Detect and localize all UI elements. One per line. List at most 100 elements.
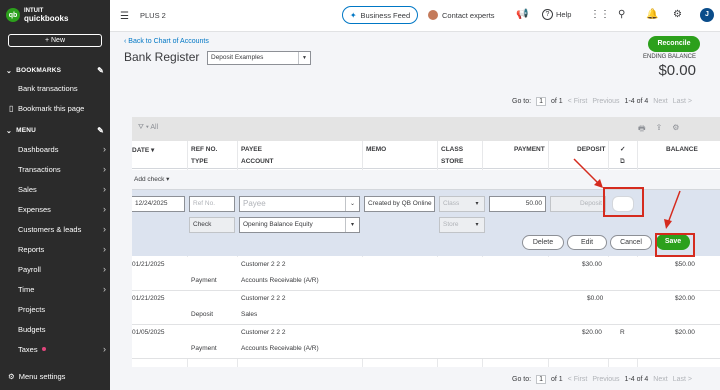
- megaphone-icon[interactable]: 📢: [516, 9, 528, 20]
- chevron-right-icon: ›: [103, 224, 106, 234]
- column-header: DATE ▾ REF NO. TYPE PAYEE ACCOUNT MEMO C…: [132, 141, 720, 169]
- sidebar-item-budgets[interactable]: Budgets: [18, 321, 106, 337]
- sidebar-item-projects[interactable]: Projects: [18, 301, 106, 317]
- chevron-right-icon: ›: [103, 144, 106, 154]
- filter-button[interactable]: ⛛ ▾ All: [138, 124, 158, 132]
- expert-avatar: [428, 10, 438, 20]
- menu-header[interactable]: ⌄ MENU ✎: [6, 126, 104, 135]
- sidebar-item-dashboards[interactable]: Dashboards ›: [18, 141, 106, 157]
- chevron-right-icon: ›: [103, 244, 106, 254]
- gear-icon[interactable]: ⚙: [673, 9, 682, 20]
- store-field[interactable]: Store ▾: [439, 217, 485, 233]
- register-table: ⛛ ▾ All 🖶 ⇪ ⚙ DATE ▾ REF NO. TYPE PAYEE …: [132, 117, 720, 367]
- chevron-down-icon: ⌄: [6, 127, 13, 135]
- page-input[interactable]: 1: [536, 97, 546, 106]
- caret-down-icon: ▾: [345, 218, 359, 232]
- bookmarks-header[interactable]: ⌄ BOOKMARKS ✎: [6, 66, 104, 75]
- page-input[interactable]: 1: [536, 375, 546, 384]
- new-button[interactable]: + New: [8, 34, 102, 47]
- caret-down-icon: ▾: [475, 222, 479, 228]
- business-feed-button[interactable]: ✦ Business Feed: [342, 6, 418, 24]
- page-title: Bank Register: [124, 50, 200, 64]
- reconcile-button[interactable]: Reconcile: [648, 36, 700, 52]
- chevron-down-icon: ⌄: [6, 67, 13, 75]
- last-page-link[interactable]: Last >: [673, 98, 692, 105]
- first-page-link[interactable]: < First: [568, 98, 588, 105]
- last-page-link[interactable]: Last >: [673, 376, 692, 383]
- sidebar-item-time[interactable]: Time ›: [18, 281, 106, 297]
- next-page-link[interactable]: Next: [653, 376, 667, 383]
- payee-field[interactable]: Payee ⌄: [239, 196, 360, 212]
- pencil-icon[interactable]: ✎: [97, 66, 104, 75]
- previous-page-link[interactable]: Previous: [592, 98, 619, 105]
- hamburger-icon[interactable]: ☰: [120, 11, 129, 22]
- col-store: STORE: [441, 158, 464, 165]
- pagination-bottom: Go to: 1 of 1 < First Previous 1-4 of 4 …: [512, 375, 692, 384]
- user-avatar[interactable]: J: [700, 8, 714, 22]
- deposit-field[interactable]: Deposit: [550, 196, 606, 212]
- chevron-down-icon: ⌄: [345, 197, 359, 211]
- settings-icon[interactable]: ⚙: [672, 123, 679, 137]
- col-deposit: DEPOSIT: [577, 146, 606, 153]
- print-icon[interactable]: 🖶: [638, 123, 646, 137]
- quickbooks-logo[interactable]: qb INTUIT quickbooks: [6, 8, 68, 23]
- account-select[interactable]: Deposit Examples ▼: [207, 51, 311, 65]
- qb-logo-icon: qb: [6, 8, 20, 22]
- search-icon[interactable]: ⚲: [618, 9, 625, 20]
- col-class: CLASS: [441, 146, 464, 153]
- col-balance: BALANCE: [666, 146, 698, 153]
- caret-down-icon: ▼: [298, 52, 310, 64]
- edit-button[interactable]: Edit: [567, 235, 607, 250]
- sidebar: qb INTUIT quickbooks + New ⌄ BOOKMARKS ✎…: [0, 0, 110, 390]
- help-button[interactable]: ? Help: [542, 9, 571, 20]
- filter-icon: ⛛: [138, 124, 144, 131]
- ending-balance-value: $0.00: [658, 62, 696, 79]
- contact-experts-button[interactable]: Contact experts: [428, 10, 495, 20]
- table-row[interactable]: 01/21/2025 Deposit Customer 2 2 2 Sales …: [132, 291, 720, 325]
- cancel-button[interactable]: Cancel: [610, 235, 652, 250]
- sidebar-item-transactions[interactable]: Transactions ›: [18, 161, 106, 177]
- top-bar: ☰ PLUS 2 ✦ Business Feed Contact experts…: [110, 0, 720, 32]
- back-to-chart-of-accounts-link[interactable]: ‹ Back to Chart of Accounts: [124, 38, 209, 45]
- notification-dot: [41, 347, 46, 351]
- sidebar-item-reports[interactable]: Reports ›: [18, 241, 106, 257]
- col-date[interactable]: DATE ▾: [132, 146, 154, 154]
- account-field[interactable]: Opening Balance Equity ▾: [239, 217, 360, 233]
- export-icon[interactable]: ⇪: [656, 123, 663, 137]
- sidebar-item-sales[interactable]: Sales ›: [18, 181, 106, 197]
- settings-icon: ⚙: [8, 372, 15, 381]
- sidebar-item-customers[interactable]: Customers & leads ›: [18, 221, 106, 237]
- memo-field[interactable]: Created by QB Online: [364, 196, 435, 212]
- first-page-link[interactable]: < First: [568, 376, 588, 383]
- sidebar-item-payroll[interactable]: Payroll ›: [18, 261, 106, 277]
- chevron-right-icon: ›: [103, 264, 106, 274]
- bookmark-icon: ▯: [9, 104, 14, 113]
- class-field[interactable]: Class ▾: [439, 196, 485, 212]
- pencil-icon[interactable]: ✎: [97, 126, 104, 135]
- annotation-arrow-icon: [664, 190, 681, 229]
- bell-icon[interactable]: 🔔: [646, 9, 658, 20]
- sidebar-item-taxes[interactable]: Taxes ›: [18, 341, 106, 357]
- plan-label: PLUS 2: [140, 11, 166, 20]
- payment-field[interactable]: 50.00: [489, 196, 546, 212]
- apps-grid-icon[interactable]: ⋮⋮: [590, 9, 610, 20]
- col-account: ACCOUNT: [241, 158, 274, 165]
- sidebar-item-bank-transactions[interactable]: Bank transactions: [18, 80, 106, 96]
- ref-no-field[interactable]: Ref No.: [189, 196, 235, 212]
- annotation-box-save: [655, 233, 695, 257]
- next-page-link[interactable]: Next: [653, 98, 667, 105]
- table-row[interactable]: 01/21/2025 Payment Customer 2 2 2 Accoun…: [132, 257, 720, 291]
- sidebar-item-expenses[interactable]: Expenses ›: [18, 201, 106, 217]
- copy-icon[interactable]: ⧉: [620, 158, 625, 166]
- annotation-arrow-icon: [573, 158, 603, 188]
- delete-button[interactable]: Delete: [522, 235, 564, 250]
- col-check: ✓: [620, 146, 626, 153]
- previous-page-link[interactable]: Previous: [592, 376, 619, 383]
- menu-settings-button[interactable]: ⚙ Menu settings: [8, 372, 65, 381]
- sidebar-item-bookmark-page[interactable]: Bookmark this page: [18, 100, 106, 116]
- table-row[interactable]: 01/05/2025 Payment Customer 2 2 2 Accoun…: [132, 325, 720, 359]
- sparkle-icon: ✦: [349, 10, 357, 20]
- chevron-right-icon: ›: [103, 344, 106, 354]
- date-field[interactable]: 12/24/2025: [132, 196, 185, 212]
- chevron-right-icon: ›: [103, 164, 106, 174]
